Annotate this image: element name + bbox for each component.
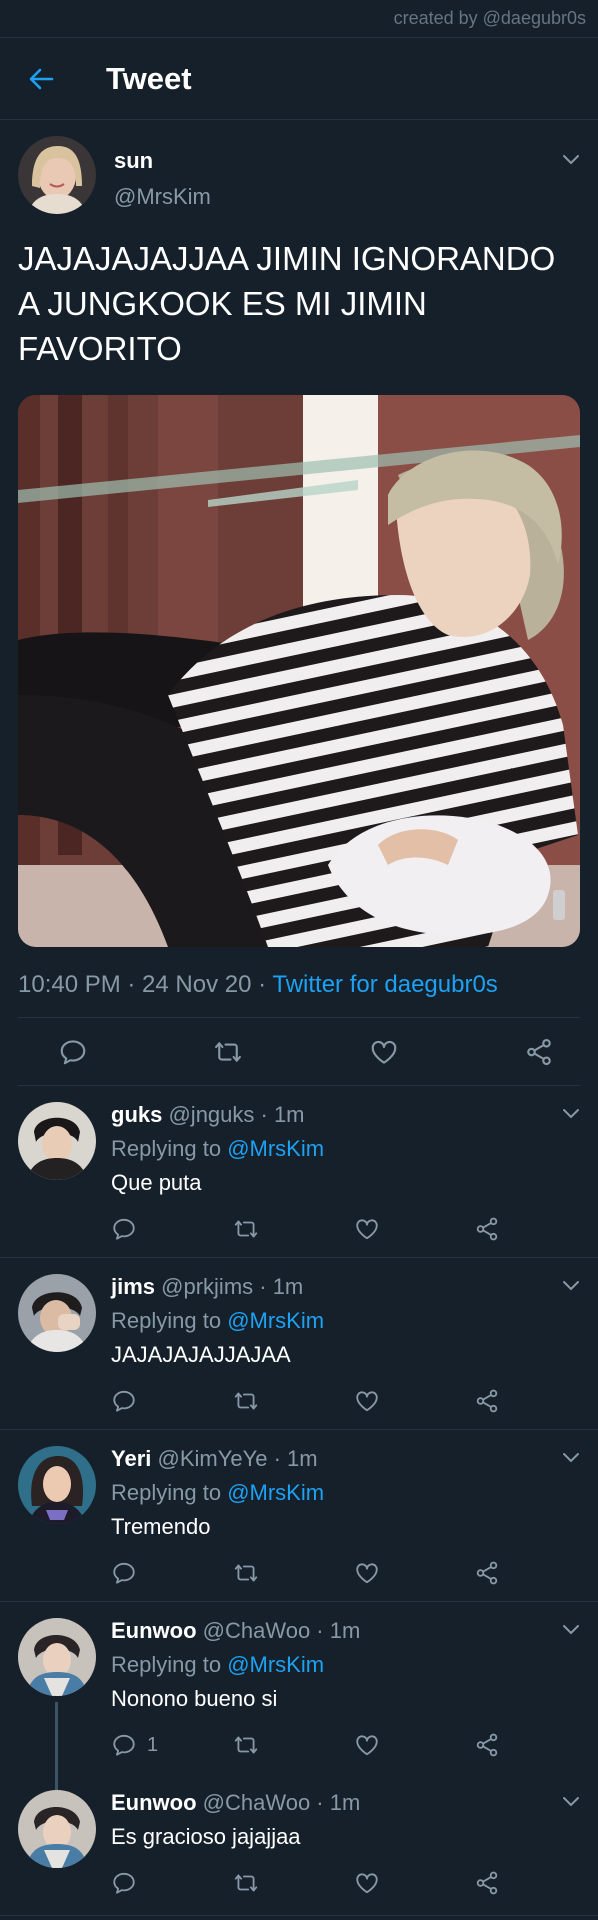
retweet-icon[interactable] [213, 1037, 243, 1067]
reply-handle-time: @jnguks · 1m [162, 1102, 305, 1127]
reply-text: Que puta [111, 1170, 202, 1195]
author-handle[interactable]: @MrsKim [114, 184, 211, 210]
reply-action-bar: 1 [111, 1732, 511, 1762]
reply-icon[interactable] [58, 1037, 88, 1067]
reply-author-name[interactable]: Yeri [111, 1446, 151, 1471]
tweet-timestamp: 10:40 PM · 24 Nov 20 · [18, 971, 273, 998]
reply-header: guks @jnguks · 1m [111, 1102, 580, 1136]
replying-label: Replying to [111, 1480, 228, 1505]
mention-link[interactable]: @MrsKim [227, 1480, 324, 1505]
reply-author-name[interactable]: Eunwoo [111, 1790, 197, 1815]
replying-to: Replying to @MrsKim [111, 1308, 580, 1342]
reply-tweet[interactable]: Yeri @KimYeYe · 1m Replying to @MrsKim T… [0, 1430, 598, 1602]
share-icon[interactable] [474, 1732, 500, 1758]
share-icon[interactable] [474, 1216, 500, 1242]
tweet-author-row: sun @MrsKim [18, 120, 580, 218]
chevron-down-icon[interactable] [562, 1452, 580, 1464]
avatar[interactable] [18, 1790, 96, 1868]
reply-handle-time: @ChaWoo · 1m [196, 1618, 361, 1643]
reply-header: Eunwoo @ChaWoo · 1m [111, 1618, 580, 1652]
like-icon[interactable] [354, 1870, 380, 1896]
replying-label: Replying to [111, 1308, 228, 1333]
reply-tweet[interactable]: Eunwoo @ChaWoo · 1m Es gracioso jajajjaa [0, 1774, 598, 1916]
page-title: Tweet [106, 60, 192, 96]
main-tweet: sun @MrsKim JAJAJAJAJJAA JIMIN IGNORANDO… [0, 120, 598, 1086]
share-icon[interactable] [474, 1388, 500, 1414]
reply-tweet[interactable]: Eunwoo @ChaWoo · 1m Replying to @MrsKim … [0, 1602, 598, 1800]
chevron-down-icon[interactable] [562, 1280, 580, 1292]
reply-action-bar [111, 1870, 511, 1900]
reply-tweet[interactable]: jims @prkjims · 1m Replying to @MrsKim J… [0, 1258, 598, 1430]
retweet-icon[interactable] [233, 1388, 259, 1414]
reply-text: Es gracioso jajajjaa [111, 1824, 301, 1849]
reply-action-bar [111, 1216, 511, 1246]
reply-author-name[interactable]: guks [111, 1102, 162, 1127]
replying-to: Replying to @MrsKim [111, 1136, 580, 1170]
share-icon[interactable] [474, 1870, 500, 1896]
like-icon[interactable] [354, 1216, 380, 1242]
reply-header: jims @prkjims · 1m [111, 1274, 580, 1308]
reply-handle-time: @prkjims · 1m [155, 1274, 304, 1299]
avatar[interactable] [18, 1274, 96, 1352]
tweet-source-link[interactable]: Twitter for daegubr0s [272, 971, 497, 998]
reply-author-name[interactable]: Eunwoo [111, 1618, 197, 1643]
reply-icon[interactable] [111, 1560, 137, 1586]
reply-count: 1 [147, 1733, 159, 1756]
like-icon[interactable] [354, 1560, 380, 1586]
reply-header: Yeri @KimYeYe · 1m [111, 1446, 580, 1480]
like-icon[interactable] [354, 1732, 380, 1758]
reply-text: JAJAJAJAJJAJAA [111, 1342, 291, 1367]
avatar[interactable] [18, 136, 96, 214]
reply-text: Tremendo [111, 1514, 211, 1539]
back-arrow-icon[interactable] [28, 66, 54, 92]
chevron-down-icon[interactable] [562, 1624, 580, 1636]
mention-link[interactable]: @MrsKim [227, 1308, 324, 1333]
reply-icon[interactable] [111, 1388, 137, 1414]
reply-header: Eunwoo @ChaWoo · 1m [111, 1790, 580, 1824]
replying-to: Replying to @MrsKim [111, 1480, 580, 1514]
like-icon[interactable] [354, 1388, 380, 1414]
tweet-action-bar [18, 1018, 580, 1086]
replying-label: Replying to [111, 1136, 228, 1161]
tweet-photo[interactable] [18, 395, 580, 947]
reply-action-bar [111, 1388, 511, 1418]
chevron-down-icon[interactable] [562, 154, 580, 166]
reply-icon[interactable] [111, 1870, 137, 1896]
like-icon[interactable] [369, 1037, 399, 1067]
top-app-bar: Tweet [0, 38, 598, 120]
reply-handle-time: @KimYeYe · 1m [151, 1446, 318, 1471]
share-icon[interactable] [474, 1560, 500, 1586]
replying-to: Replying to @MrsKim [111, 1652, 580, 1686]
reply-handle-time: @ChaWoo · 1m [196, 1790, 361, 1815]
chevron-down-icon[interactable] [562, 1108, 580, 1120]
reply-icon[interactable] [111, 1732, 137, 1758]
author-name[interactable]: sun [114, 148, 211, 174]
mention-link[interactable]: @MrsKim [227, 1136, 324, 1161]
tweet-text: JAJAJAJAJJAA JIMIN IGNORANDO A JUNGKOOK … [18, 240, 556, 367]
retweet-icon[interactable] [233, 1216, 259, 1242]
tweet-meta: 10:40 PM · 24 Nov 20 · Twitter for daegu… [18, 971, 580, 1018]
reply-text: Nonono bueno si [111, 1686, 278, 1711]
retweet-icon[interactable] [233, 1560, 259, 1586]
retweet-icon[interactable] [233, 1732, 259, 1758]
retweet-icon[interactable] [233, 1870, 259, 1896]
chevron-down-icon[interactable] [562, 1796, 580, 1808]
credit-banner: created by @daegubr0s [0, 0, 598, 38]
reply-tweet[interactable]: guks @jnguks · 1m Replying to @MrsKim Qu… [0, 1086, 598, 1258]
reply-action-bar [111, 1560, 511, 1590]
avatar[interactable] [18, 1446, 96, 1524]
replying-label: Replying to [111, 1652, 228, 1677]
share-icon[interactable] [524, 1037, 554, 1067]
reply-icon[interactable] [111, 1216, 137, 1242]
mention-link[interactable]: @MrsKim [227, 1652, 324, 1677]
reply-author-name[interactable]: jims [111, 1274, 155, 1299]
avatar[interactable] [18, 1618, 96, 1696]
avatar[interactable] [18, 1102, 96, 1180]
